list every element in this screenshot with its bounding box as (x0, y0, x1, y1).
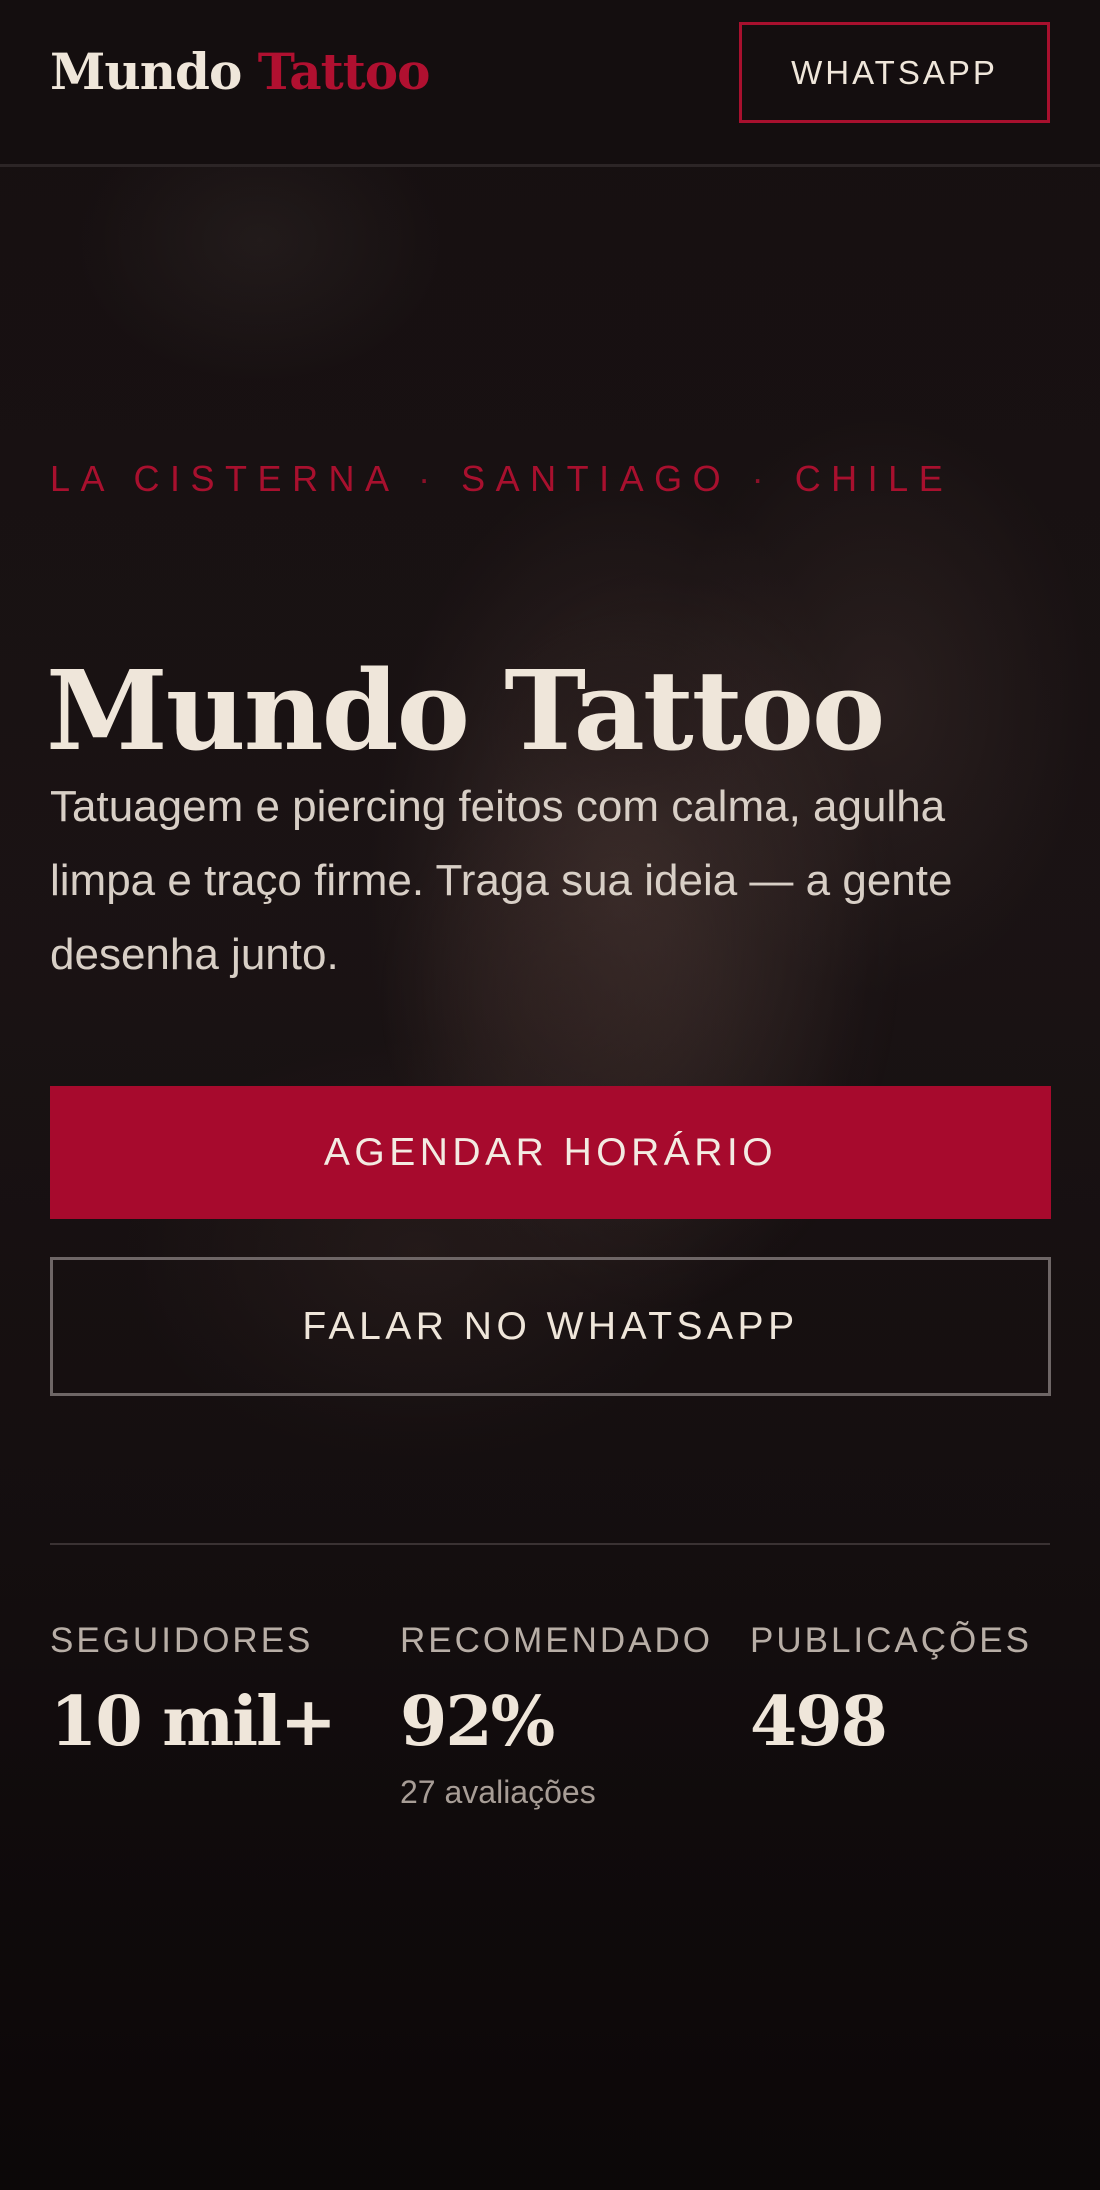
stat-label: SEGUIDORES (50, 1621, 314, 1660)
brand-logo-word-1: Mundo (50, 42, 242, 101)
location-separator: · (751, 458, 775, 499)
whatsapp-chat-button[interactable]: FALAR NO WHATSAPP (50, 1257, 1051, 1396)
stat-followers: SEGUIDORES 10 mil+ (50, 1614, 337, 1770)
stat-label: PUBLICAÇÕES (750, 1621, 1032, 1660)
stat-value: 10 mil+ (50, 1682, 337, 1762)
stat-recommended: RECOMENDADO 92% 27 avaliações (400, 1614, 713, 1814)
location-eyebrow: LA CISTERNA · SANTIAGO · CHILE (50, 458, 953, 500)
hero-description: Tatuagem e piercing feitos com calma, ag… (50, 782, 953, 979)
stat-label: RECOMENDADO (400, 1621, 714, 1660)
stats-divider (50, 1543, 1050, 1545)
stat-value: 498 (750, 1682, 888, 1762)
location-country: CHILE (794, 458, 954, 499)
schedule-appointment-button[interactable]: AGENDAR HORÁRIO (50, 1086, 1051, 1219)
stat-value: 92% (400, 1682, 555, 1762)
stat-reviews-count: 27 avaliações (400, 1774, 596, 1810)
stat-posts: PUBLICAÇÕES 498 (750, 1614, 1032, 1770)
site-header: Mundo Tattoo WHATSAPP (0, 0, 1100, 167)
location-separator: · (418, 458, 441, 499)
location-city: SANTIAGO (461, 458, 732, 499)
location-neighborhood: LA CISTERNA (50, 458, 398, 499)
brand-logo-word-2: Tattoo (257, 42, 431, 101)
brand-logo[interactable]: Mundo Tattoo (50, 36, 431, 108)
header-whatsapp-button[interactable]: WHATSAPP (739, 22, 1050, 123)
page-title: Mundo Tattoo (46, 645, 885, 775)
